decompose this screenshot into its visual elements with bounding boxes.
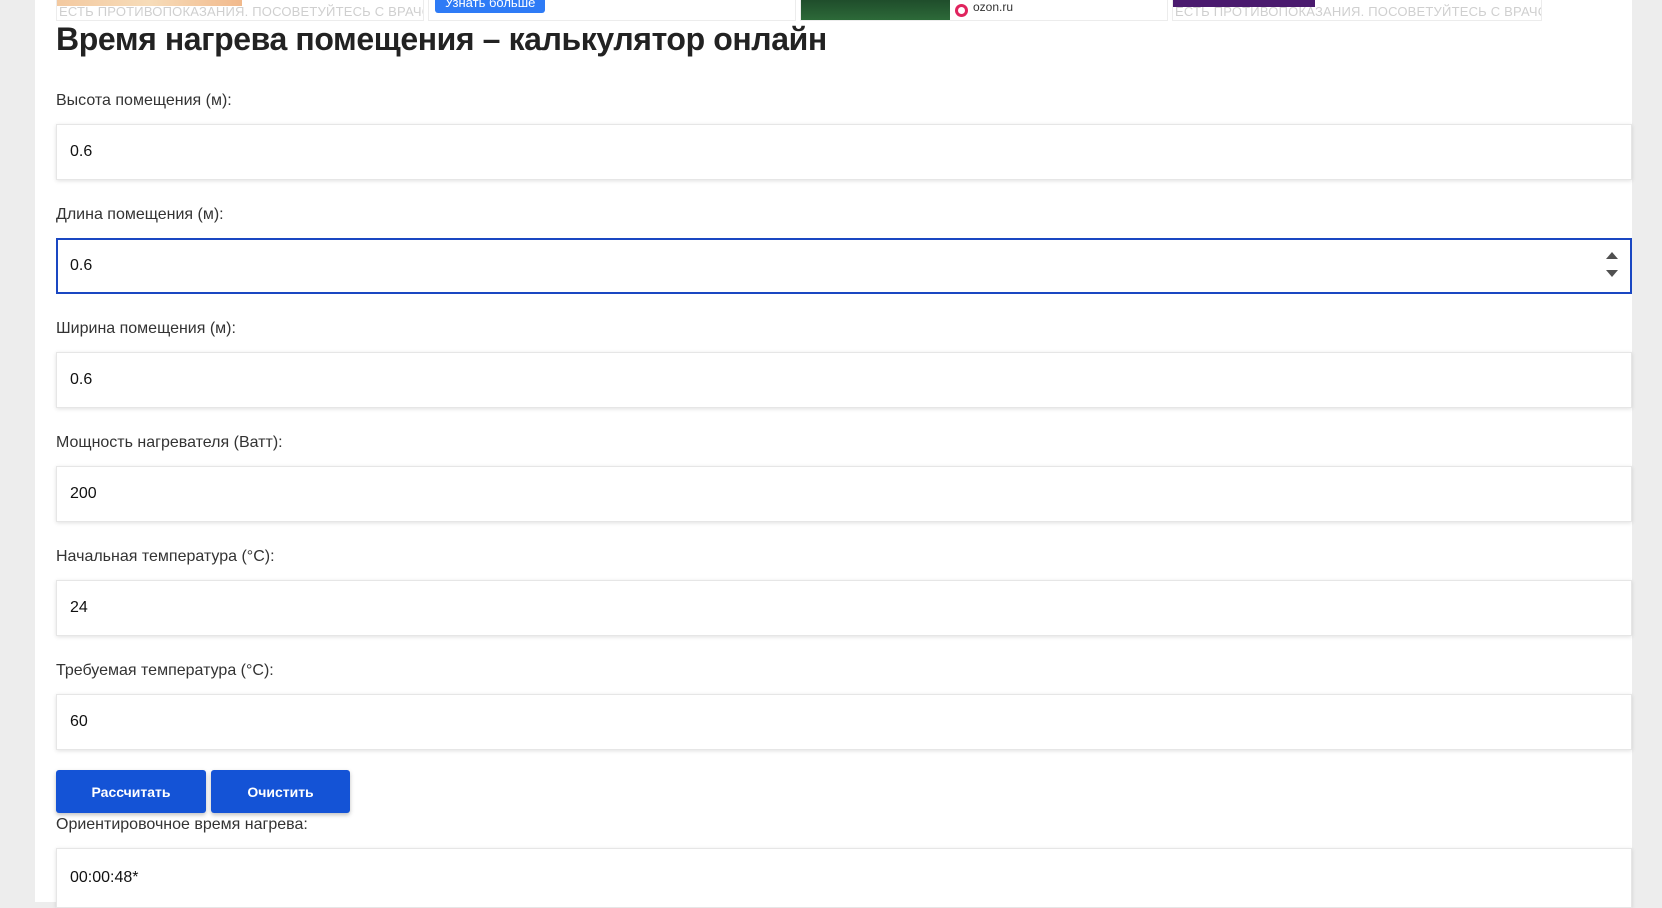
stepper-down-icon[interactable] bbox=[1606, 270, 1618, 277]
room-length-label: Длина помещения (м): bbox=[56, 206, 224, 223]
calculate-button[interactable]: Рассчитать bbox=[56, 770, 206, 813]
ad-banner-3[interactable]: ozon.ru bbox=[800, 0, 1168, 21]
heater-power-input[interactable]: 200 bbox=[56, 466, 1632, 522]
ad-strip: ЕСТЬ ПРОТИВОПОКАЗАНИЯ. ПОСОВЕТУЙТЕСЬ С В… bbox=[56, 0, 1632, 22]
room-height-label: Высота помещения (м): bbox=[56, 92, 232, 109]
room-height-value: 0.6 bbox=[70, 143, 93, 160]
start-temperature-value: 24 bbox=[70, 599, 88, 616]
room-width-label: Ширина помещения (м): bbox=[56, 320, 236, 337]
stepper-up-icon[interactable] bbox=[1606, 252, 1618, 259]
ad-banner-1[interactable]: ЕСТЬ ПРОТИВОПОКАЗАНИЯ. ПОСОВЕТУЙТЕСЬ С В… bbox=[56, 0, 424, 21]
number-stepper[interactable] bbox=[1606, 250, 1618, 284]
result-output[interactable]: 00:00:48* bbox=[56, 848, 1632, 908]
target-temperature-label: Требуемая температура (°С): bbox=[56, 662, 274, 679]
ad-banner-2[interactable]: Узнать больше bbox=[428, 0, 796, 21]
target-temperature-input[interactable]: 60 bbox=[56, 694, 1632, 750]
room-length-value: 0.6 bbox=[70, 257, 93, 274]
result-value: 00:00:48* bbox=[70, 869, 139, 886]
room-length-input[interactable]: 0.6 bbox=[56, 238, 1632, 294]
ozon-logo-icon bbox=[955, 4, 968, 17]
start-temperature-input[interactable]: 24 bbox=[56, 580, 1632, 636]
ad-learn-more-button[interactable]: Узнать больше bbox=[435, 0, 546, 13]
ad-banner-4[interactable]: ЕСТЬ ПРОТИВОПОКАЗАНИЯ. ПОСОВЕТУЙТЕСЬ С В… bbox=[1172, 0, 1542, 21]
clear-button[interactable]: Очистить bbox=[211, 770, 350, 813]
ad-image bbox=[801, 0, 950, 20]
page-title: Время нагрева помещения – калькулятор он… bbox=[56, 21, 827, 57]
heater-power-label: Мощность нагревателя (Ватт): bbox=[56, 434, 283, 451]
ad-disclaimer: ЕСТЬ ПРОТИВОПОКАЗАНИЯ. ПОСОВЕТУЙТЕСЬ С В… bbox=[1175, 4, 1542, 19]
room-width-value: 0.6 bbox=[70, 371, 93, 388]
ad-source: ozon.ru bbox=[973, 0, 1014, 14]
target-temperature-value: 60 bbox=[70, 713, 88, 730]
scrollbar[interactable] bbox=[1632, 0, 1662, 902]
ad-disclaimer: ЕСТЬ ПРОТИВОПОКАЗАНИЯ. ПОСОВЕТУЙТЕСЬ С В… bbox=[59, 4, 424, 19]
room-width-input[interactable]: 0.6 bbox=[56, 352, 1632, 408]
heater-power-value: 200 bbox=[70, 485, 97, 502]
result-label: Ориентировочное время нагрева: bbox=[56, 816, 308, 833]
room-height-input[interactable]: 0.6 bbox=[56, 124, 1632, 180]
start-temperature-label: Начальная температура (°С): bbox=[56, 548, 275, 565]
